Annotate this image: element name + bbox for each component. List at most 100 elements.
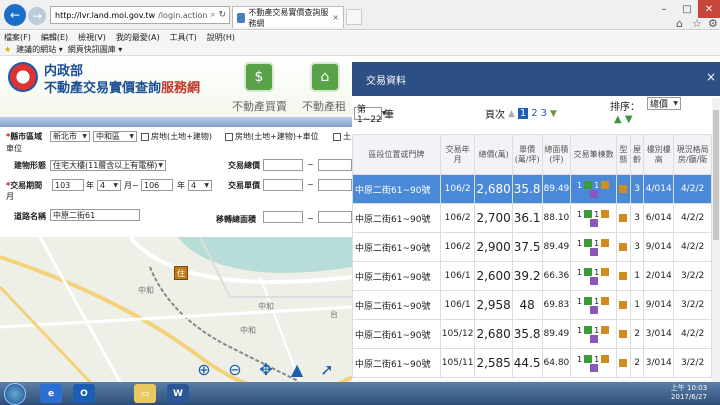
building-tag-icon bbox=[601, 181, 610, 189]
table-row[interactable]: 中原二街61~90號 106/2 2,700 36.1 88.10 1 1 3 6/014 4/2… bbox=[352, 203, 712, 233]
new-tab-button[interactable] bbox=[346, 9, 362, 25]
outlook-icon[interactable]: O bbox=[73, 384, 95, 403]
column-header[interactable]: 樓別樓高 bbox=[643, 134, 675, 175]
table-row[interactable]: 中原二街61~90號 106/1 2,958 48 69.83 1 1 1 9/014 3/2/2 bbox=[352, 290, 712, 320]
word-icon[interactable]: W bbox=[167, 384, 189, 403]
column-header[interactable]: 型態 bbox=[616, 134, 631, 175]
column-header[interactable]: 區段位置或門牌 bbox=[352, 134, 441, 175]
cell-area: 66.36 bbox=[541, 261, 572, 291]
cell-unit-price: 48 bbox=[511, 290, 543, 320]
fav-web-slice[interactable]: 網頁快訊圖庫 ▾ bbox=[68, 44, 123, 55]
home-icon[interactable]: ⌂ bbox=[676, 17, 683, 30]
forward-button[interactable]: → bbox=[28, 7, 46, 25]
address-bar[interactable]: http://lvr.land.moi.gov.tw/login.action … bbox=[50, 6, 230, 24]
zoom-in-icon[interactable]: ⊕ bbox=[195, 360, 213, 379]
menu-edit[interactable]: 編輯(E) bbox=[41, 32, 68, 43]
cb-house-land-parking[interactable]: 房地(土地+建物)+車位 bbox=[225, 131, 319, 142]
cell-type bbox=[616, 348, 631, 378]
favorites-star-icon[interactable]: ☆ bbox=[692, 17, 702, 30]
cb-house-land[interactable]: 房地(土地+建物) bbox=[141, 131, 212, 142]
tab-site[interactable]: 不動產交易實價查詢服務網 × bbox=[232, 6, 344, 28]
sort-select[interactable]: 總價 ▼ bbox=[647, 97, 681, 110]
page-link[interactable]: 1 bbox=[517, 108, 529, 119]
link-real-estate-sale[interactable]: 不動產買賣 bbox=[232, 98, 287, 114]
land-tag-icon bbox=[584, 326, 593, 334]
house-rent-icon[interactable]: ⌂ bbox=[310, 62, 340, 92]
table-row[interactable]: 中原二街61~90號 105/12 2,680 35.8 89.49 1 1 2 3/014 4/… bbox=[352, 319, 712, 349]
cell-area: 88.10 bbox=[541, 203, 572, 233]
column-header[interactable]: 單價(萬/坪) bbox=[511, 134, 543, 175]
period-year-from[interactable]: 103 bbox=[52, 179, 84, 191]
record-range-select[interactable]: 第1~22 ▼ bbox=[354, 105, 386, 125]
table-row[interactable]: 中原二街61~90號 106/1 2,600 39.2 66.36 1 1 1 2/014 3/2… bbox=[352, 261, 712, 291]
unit-price-min-input[interactable] bbox=[263, 179, 303, 191]
menu-help[interactable]: 說明(H) bbox=[207, 32, 235, 43]
column-header[interactable]: 交易筆棟數 bbox=[570, 134, 617, 175]
sort-desc-icon[interactable]: ▼ bbox=[625, 114, 633, 125]
sort-asc-icon[interactable]: ▲ bbox=[614, 114, 622, 125]
cell-year-month: 106/1 bbox=[439, 290, 476, 320]
column-header[interactable]: 現況格局房/廳/衛 bbox=[673, 134, 712, 175]
pan-icon[interactable]: ✥ bbox=[257, 360, 275, 379]
column-header[interactable]: 交易年月 bbox=[439, 134, 476, 175]
folder-icon[interactable]: ▭ bbox=[134, 384, 156, 403]
prev-page-icon[interactable]: ▲ bbox=[508, 109, 515, 119]
page-link[interactable]: 2 bbox=[531, 108, 537, 119]
maximize-button[interactable]: □ bbox=[675, 0, 699, 18]
menu-favorites[interactable]: 我的最愛(A) bbox=[116, 32, 160, 43]
total-price-min-input[interactable] bbox=[263, 159, 303, 171]
refresh-icon[interactable]: ↻ bbox=[219, 10, 230, 20]
menu-view[interactable]: 檢視(V) bbox=[78, 32, 106, 43]
district-select[interactable]: 中和區 ▼ bbox=[93, 131, 137, 142]
map-pin-marker[interactable]: 住 bbox=[174, 266, 188, 280]
table-row[interactable]: 中原二街61~90號 106/2 2,900 37.5 89.49 1 1 3 9/014 4/2… bbox=[352, 232, 712, 262]
back-button[interactable]: ← bbox=[4, 4, 26, 26]
column-header[interactable]: 總價(萬) bbox=[474, 134, 513, 175]
page-link[interactable]: 3 bbox=[541, 108, 547, 119]
column-header[interactable]: 屋齡 bbox=[629, 134, 645, 175]
land-tag-icon bbox=[584, 239, 593, 247]
period-month-to[interactable]: 4 ▼ bbox=[188, 180, 212, 191]
building-tag-icon bbox=[601, 210, 610, 218]
select-tool-icon[interactable]: ➚ bbox=[318, 360, 336, 379]
total-price-max-input[interactable] bbox=[318, 159, 352, 171]
column-header[interactable]: 總面積(坪) bbox=[541, 134, 572, 175]
minimize-button[interactable]: – bbox=[652, 0, 676, 18]
cell-unit-price: 36.1 bbox=[511, 203, 543, 233]
checkbox[interactable] bbox=[141, 132, 149, 141]
cb-land[interactable]: 土 bbox=[333, 131, 351, 142]
area-max-input[interactable] bbox=[318, 211, 352, 223]
close-icon[interactable]: × bbox=[706, 70, 716, 84]
road-input[interactable]: 中原二街61 bbox=[50, 209, 140, 221]
next-page-icon[interactable]: ▼ bbox=[550, 109, 557, 119]
pagination: 頁次 ▲ 1 2 3 ▼ bbox=[485, 108, 557, 121]
close-window-button[interactable]: ✕ bbox=[698, 0, 720, 18]
start-button[interactable] bbox=[4, 383, 26, 405]
table-row[interactable]: 中原二街61~90號 106/2 2,680 35.8 89.49 1 1 3 4/014 4/2… bbox=[352, 174, 712, 204]
menu-file[interactable]: 檔案(F) bbox=[4, 32, 31, 43]
menu-tools[interactable]: 工具(T) bbox=[170, 32, 197, 43]
zoom-out-icon[interactable]: ⊖ bbox=[226, 360, 244, 379]
settings-gear-icon[interactable]: ⚙ bbox=[708, 17, 718, 30]
close-tab-icon[interactable]: × bbox=[332, 13, 339, 22]
cell-year-month: 106/2 bbox=[439, 203, 476, 233]
county-select[interactable]: 新北市 ▼ bbox=[50, 131, 90, 142]
link-real-estate-rent[interactable]: 不動產租 bbox=[302, 98, 352, 114]
favorites-star-icon[interactable]: ★ bbox=[4, 45, 11, 54]
area-min-input[interactable] bbox=[263, 211, 303, 223]
period-year-to[interactable]: 106 bbox=[141, 179, 173, 191]
checkbox[interactable] bbox=[225, 132, 233, 141]
fav-suggested-sites[interactable]: 建議的網站 ▾ bbox=[16, 44, 63, 55]
table-row[interactable]: 中原二街61~90號 105/11 2,585 44.5 64.80 1 1 2 3/014 3/… bbox=[352, 348, 712, 378]
ie-icon[interactable]: e bbox=[40, 384, 62, 403]
checkbox[interactable] bbox=[333, 132, 341, 141]
measure-icon[interactable]: ▲ bbox=[288, 360, 306, 379]
parking-tag-icon bbox=[589, 276, 598, 285]
unit-price-max-input[interactable] bbox=[318, 179, 352, 191]
building-type-select[interactable]: 住宅大樓(11層含以上有電梯) ▼ bbox=[50, 160, 166, 171]
search-icon[interactable]: ⌕ bbox=[211, 10, 216, 20]
house-sale-icon[interactable]: $ bbox=[244, 62, 274, 92]
scrollbar-thumb[interactable] bbox=[713, 110, 719, 240]
period-month-from[interactable]: 4 ▼ bbox=[97, 180, 121, 191]
clock[interactable]: 上午 10:03 2017/6/27 bbox=[660, 384, 718, 402]
